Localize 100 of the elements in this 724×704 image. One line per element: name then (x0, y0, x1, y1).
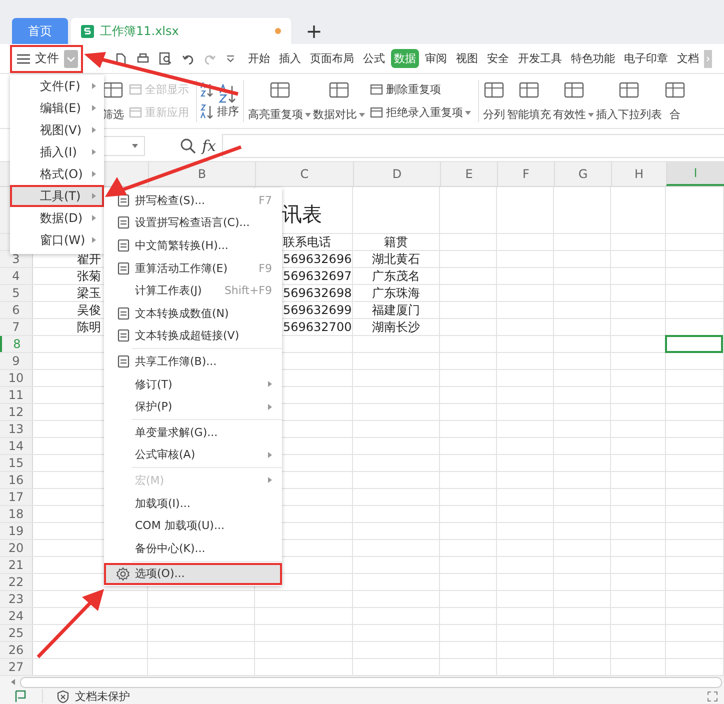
menu-item[interactable]: 修订(T) (104, 372, 282, 396)
ribbon-button[interactable]: 插入下拉列表 (595, 74, 663, 128)
scroll-left-icon[interactable] (10, 679, 16, 685)
fullscreen-icon[interactable] (707, 690, 718, 702)
flag-icon[interactable] (14, 690, 28, 702)
undo-icon[interactable] (182, 52, 194, 64)
ribbon-button[interactable]: 拒绝录入重复项 (370, 105, 471, 120)
column-header[interactable]: B (148, 162, 255, 186)
menu-tab[interactable]: 开发工具 (515, 49, 565, 68)
shortcut-label: F7 (258, 194, 272, 207)
active-cell[interactable] (665, 335, 723, 353)
document-icon (116, 262, 130, 275)
row-header[interactable]: 26 (0, 642, 33, 658)
row-header[interactable]: 27 (0, 659, 33, 675)
column-header[interactable]: F (497, 162, 554, 186)
menu-item[interactable]: 中文简繁转换(H)... (104, 234, 282, 257)
document-icon (116, 306, 130, 320)
menu-tab[interactable]: 电子印章 (621, 49, 671, 68)
menu-item[interactable]: COM 加载项(U)... (104, 514, 282, 537)
menu-item[interactable]: 插入(I) (10, 141, 104, 163)
export-icon[interactable] (115, 52, 127, 64)
menu-item[interactable]: 数据(D) (10, 207, 104, 229)
menu-tab[interactable]: 开始 (245, 49, 273, 68)
grid-icon (518, 80, 540, 100)
menu-item[interactable]: 设置拼写检查语言(C)... (104, 212, 282, 234)
row-header[interactable]: 21 (0, 557, 33, 573)
menu-item[interactable]: 重算活动工作簿(E) F9 (104, 256, 282, 280)
workbook-name: 工作簿11.xlsx (100, 22, 180, 40)
sort-ascending-icon[interactable] (200, 82, 214, 98)
column-header[interactable]: D (353, 162, 440, 186)
ribbon-button[interactable]: 合 (663, 74, 687, 128)
row-header[interactable]: 4 (0, 268, 33, 284)
row-header[interactable]: 11 (0, 387, 33, 403)
menu-item[interactable]: 共享工作簿(B)... (104, 350, 282, 373)
row-header[interactable]: 13 (0, 421, 33, 437)
submenu-arrow-icon (92, 171, 96, 177)
menu-item[interactable]: 工具(T) (10, 185, 104, 207)
menu-tab[interactable]: 特色功能 (568, 49, 618, 68)
column-header[interactable]: G (554, 162, 611, 186)
menu-item[interactable]: 选项(O)... (104, 562, 282, 586)
row-header[interactable]: 12 (0, 404, 33, 420)
document-icon (116, 354, 130, 368)
menu-item[interactable]: 窗口(W) (10, 229, 104, 251)
customize-caret-icon[interactable] (226, 54, 235, 63)
menu-tab[interactable]: 视图 (453, 49, 481, 68)
function-label[interactable]: fx (202, 137, 216, 155)
row-header[interactable]: 18 (0, 506, 33, 522)
protection-status[interactable]: 文档未保护 (75, 688, 130, 704)
file-menu-button[interactable]: 文件 (10, 44, 83, 72)
row-header[interactable]: 9 (0, 353, 33, 369)
menu-tab[interactable]: 公式 (360, 49, 388, 68)
menu-item[interactable]: 计算工作表(J) Shift+F9 (104, 279, 282, 302)
ribbon-button[interactable]: 有效性 (552, 74, 595, 128)
row-header[interactable]: 16 (0, 472, 33, 488)
menu-tab[interactable]: 页面布局 (307, 49, 357, 68)
formula-input[interactable] (222, 134, 724, 158)
menu-item[interactable]: 加载项(I)... (104, 492, 282, 514)
row-header[interactable]: 14 (0, 438, 33, 454)
menu-item[interactable]: 文件(F) (10, 75, 104, 97)
menu-item[interactable]: 格式(O) (10, 163, 104, 185)
row-header[interactable]: 5 (0, 285, 33, 301)
column-header[interactable]: E (440, 162, 497, 186)
ribbon-button[interactable]: 数据对比 (312, 74, 366, 128)
menu-item[interactable]: 拼写检查(S)... F7 (104, 189, 282, 212)
sort-descending-icon[interactable] (200, 104, 214, 120)
menu-tab[interactable]: 插入 (276, 49, 304, 68)
sort-button[interactable]: 排序 (216, 78, 240, 124)
menu-item[interactable]: 编辑(E) (10, 97, 104, 119)
print-preview-icon[interactable] (159, 52, 172, 65)
row-header[interactable]: 7 (0, 319, 33, 335)
menu-item[interactable]: 保护(P) (104, 395, 282, 418)
menu-item[interactable]: 单变量求解(G)... (104, 420, 282, 444)
column-header[interactable]: C (255, 162, 353, 186)
ribbon-button[interactable]: 删除重复项 (370, 82, 471, 97)
menu-item[interactable]: 公式审核(A) (104, 444, 282, 466)
print-icon[interactable] (137, 52, 149, 64)
menu-tab[interactable]: 文档 (674, 49, 702, 68)
menu-item[interactable]: 文本转换成超链接(V) (104, 324, 282, 348)
row-header[interactable]: 15 (0, 455, 33, 471)
row-header[interactable]: 24 (0, 608, 33, 624)
row-header[interactable]: 10 (0, 370, 33, 386)
row-header[interactable]: 20 (0, 540, 33, 556)
new-tab-button[interactable]: + (294, 18, 334, 44)
scrollbar-thumb[interactable] (20, 676, 722, 688)
menu-item[interactable]: 视图(V) (10, 119, 104, 141)
row-header[interactable]: 17 (0, 489, 33, 505)
row-header[interactable]: 23 (0, 591, 33, 607)
menu-tab[interactable]: 审阅 (422, 49, 450, 68)
menu-item[interactable]: 备份中心(K)... (104, 536, 282, 560)
ribbon-button[interactable]: 高亮重复项 (247, 74, 312, 128)
ribbon-button[interactable]: 智能填充 (506, 74, 552, 128)
row-header[interactable]: 25 (0, 625, 33, 641)
row-header[interactable]: 22 (0, 574, 33, 590)
menu-item[interactable]: 文本转换成数值(N) (104, 302, 282, 325)
row-header[interactable]: 6 (0, 302, 33, 318)
row-header[interactable]: 19 (0, 523, 33, 539)
ribbon-button[interactable]: 分列 (482, 74, 506, 128)
workbook-tab[interactable]: 工作簿11.xlsx (71, 18, 291, 44)
search-icon[interactable] (180, 138, 196, 154)
menu-tab[interactable]: 安全 (484, 49, 512, 68)
